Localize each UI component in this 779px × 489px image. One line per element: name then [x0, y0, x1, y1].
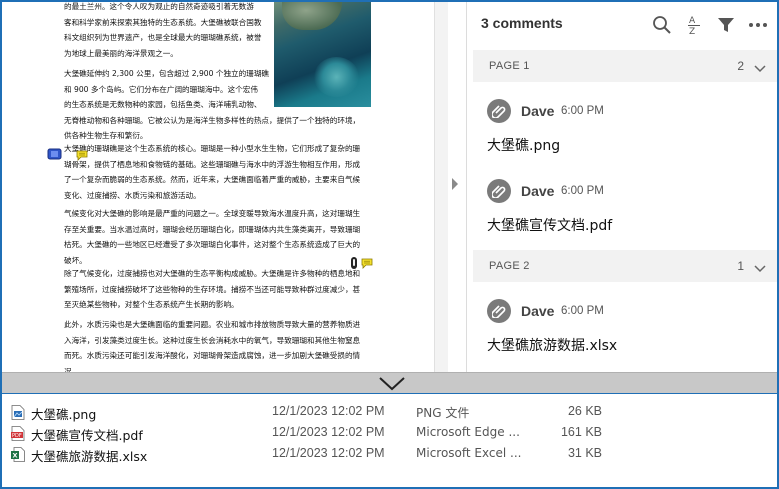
text-line: 瑚骨架，提供了栖息地和食物链的基础。这些珊瑚礁与海水中的浮游生物相互作用，形成	[64, 159, 361, 169]
comment-author: Dave	[521, 183, 555, 199]
text-line: 此外，水质污染也是大堡礁面临的重要问题。农业和城市排放物质导致大量的营养物质进	[64, 320, 361, 329]
text-line: 大堡礁的珊瑚礁是这个生态系统的核心。珊瑚是一种小型水生生物，它们形成了复杂的珊	[64, 144, 361, 153]
note-icon[interactable]	[76, 148, 88, 166]
image-attachment-icon[interactable]	[47, 147, 63, 166]
page-group-header[interactable]: PAGE 2 1	[473, 250, 777, 282]
text-line: 除了气候变化，过度捕捞也对大堡礁的生态平衡构成威胁。大堡礁是许多物种的栖息地和	[64, 269, 361, 278]
file-row[interactable]: 大堡礁.png 12/1/2023 12:02 PM PNG 文件 26 KB	[2, 402, 777, 423]
text-line: 枯死。大堡礁的一些地区已经遭受了多次珊瑚白化事件，这对整个生态系统造成了巨大的	[64, 240, 361, 249]
search-icon[interactable]	[651, 14, 673, 36]
reef-photo	[274, 2, 371, 107]
avatar	[487, 299, 511, 323]
text-line: 而死。水质污染还可能引发海洋酸化，对珊瑚骨架造成腐蚀，进一步加剧大堡礁受损的情	[64, 351, 361, 360]
comment-card[interactable]: Dave 6:00 PM 大堡礁.png	[487, 99, 767, 169]
comment-text: 大堡礁旅游数据.xlsx	[487, 338, 618, 354]
comment-time: 6:00 PM	[561, 305, 604, 317]
text-line: 变化、过度捕捞、水质污染和旅游活动。	[64, 190, 201, 200]
file-date: 12/1/2023 12:02 PM	[272, 425, 385, 439]
image-file-icon	[11, 405, 25, 420]
comment-time: 6:00 PM	[561, 185, 604, 197]
file-row[interactable]: X 大堡礁旅游数据.xlsx 12/1/2023 12:02 PM Micros…	[2, 444, 777, 465]
file-name: 大堡礁.png	[31, 407, 97, 422]
comment-card[interactable]: Dave 6:00 PM 大堡礁宣传文档.pdf	[487, 179, 767, 249]
reef-shape	[314, 57, 359, 97]
document-pane[interactable]: 的最土兰州。这个令人叹为观止的自然奇迹吸引着无数游 客和科学家前来探索其独特的生…	[2, 2, 448, 372]
text-line: 的最土兰州。这个令人叹为观止的自然奇迹吸引着无数游	[64, 2, 254, 11]
paragraph: 大堡礁的珊瑚礁是这个生态系统的核心。珊瑚是一种小型水生生物，它们形成了复杂的珊 …	[64, 141, 360, 203]
comment-author: Dave	[521, 303, 555, 319]
comments-title: 3 comments	[481, 15, 563, 31]
filter-icon[interactable]	[715, 14, 737, 36]
collapse-panel-icon[interactable]	[452, 178, 458, 190]
text-line: 气候变化对大堡礁的影响是最严重的问题之一。全球变暖导致海水温度升高，这对珊瑚生	[64, 209, 361, 218]
island-shape	[282, 2, 342, 30]
file-type: PNG 文件	[416, 406, 470, 420]
page-label: PAGE 2	[489, 260, 530, 272]
text-line: 至灭绝某些物种，对整个生态系统产生长期的影响。	[64, 300, 239, 309]
text-line: 入海洋，引发藻类过度生长。这种过度生长会消耗水中的氧气，导致珊瑚和其他生物窒息	[64, 335, 361, 345]
paragraph: 此外，水质污染也是大堡礁面临的重要问题。农业和城市排放物质导致大量的营养物质进 …	[64, 317, 360, 372]
sort-az-icon[interactable]: A Z	[683, 14, 705, 36]
note-icon[interactable]	[361, 256, 373, 274]
file-type: Microsoft Edge ...	[416, 425, 520, 439]
comment-count: 2	[737, 59, 744, 73]
chevron-down-icon[interactable]	[754, 60, 766, 78]
comment-text: 大堡礁.png	[487, 138, 561, 154]
pane-splitter[interactable]	[2, 372, 777, 394]
page-label: PAGE 1	[489, 60, 530, 72]
chevron-down-icon[interactable]	[754, 260, 766, 278]
avatar	[487, 179, 511, 203]
svg-text:X: X	[13, 452, 18, 460]
file-size: 26 KB	[567, 404, 602, 418]
file-date: 12/1/2023 12:02 PM	[272, 446, 385, 460]
text-line: 科文组织列为世界遗产，也是全球最大的珊瑚礁系统，被誉	[64, 33, 262, 42]
comment-time: 6:00 PM	[561, 105, 604, 117]
text-line: 客和科学家前来探索其独特的生态系统。大堡礁被联合国教	[64, 17, 262, 27]
comment-author: Dave	[521, 103, 555, 119]
attachment-icon	[492, 105, 506, 118]
pdf-file-icon: PDF	[11, 426, 25, 441]
text-line: 存至关重要。当水温过高时，珊瑚会经历珊瑚白化，即珊瑚体内共生藻类离开，导致珊瑚	[64, 224, 361, 234]
comment-count: 1	[737, 259, 744, 273]
attachment-icon	[492, 185, 506, 198]
svg-text:PDF: PDF	[12, 433, 22, 439]
attachment-icon	[492, 305, 506, 318]
file-size: 161 KB	[560, 425, 602, 439]
comment-text: 大堡礁宣传文档.pdf	[487, 218, 613, 234]
paragraph: 除了气候变化，过度捕捞也对大堡礁的生态平衡构成威胁。大堡礁是许多物种的栖息地和 …	[64, 266, 360, 313]
comments-header: 3 comments A Z	[467, 2, 777, 46]
paperclip-icon[interactable]	[350, 256, 358, 275]
file-list: 大堡礁.png 12/1/2023 12:02 PM PNG 文件 26 KB …	[2, 394, 777, 487]
comment-card[interactable]: Dave 6:00 PM 大堡礁旅游数据.xlsx	[487, 299, 767, 369]
file-size: 31 KB	[567, 446, 602, 460]
document-page: 的最土兰州。这个令人叹为观止的自然奇迹吸引着无数游 客和科学家前来探索其独特的生…	[2, 2, 434, 372]
text-line: 为地球上最美丽的海洋景观之一。	[64, 48, 178, 58]
svg-text:A: A	[689, 16, 696, 26]
page-group-header[interactable]: PAGE 1 2	[473, 50, 777, 82]
file-name: 大堡礁旅游数据.xlsx	[31, 449, 148, 464]
comments-pane: 3 comments A Z PAGE 1 2 Dave 6:00 PM 大堡礁…	[466, 2, 777, 372]
file-date: 12/1/2023 12:02 PM	[272, 404, 385, 418]
file-row[interactable]: PDF 大堡礁宣传文档.pdf 12/1/2023 12:02 PM Micro…	[2, 423, 777, 444]
more-icon[interactable]	[747, 14, 769, 36]
paragraph: 气候变化对大堡礁的影响是最严重的问题之一。全球变暖导致海水温度升高，这对珊瑚生 …	[64, 206, 360, 268]
document-scrollbar[interactable]	[434, 2, 448, 372]
svg-text:Z: Z	[689, 27, 695, 36]
avatar	[487, 99, 511, 123]
text-line: 无脊椎动物和各种珊瑚。它被公认为是海洋生物多样性的热点，提供了一个独特的环境，	[64, 115, 361, 125]
text-line: 繁殖场所，过度捕捞破坏了这些物种的生存环境。捕捞不当还可能导致种群过度减少，甚	[64, 284, 361, 294]
paragraph: 的最土兰州。这个令人叹为观止的自然奇迹吸引着无数游 客和科学家前来探索其独特的生…	[64, 2, 261, 61]
text-line: 况。	[64, 366, 80, 373]
excel-file-icon: X	[11, 447, 25, 462]
file-name: 大堡礁宣传文档.pdf	[31, 428, 143, 443]
file-type: Microsoft Excel ...	[416, 446, 522, 460]
text-line: 了一个复杂而脆弱的生态系统。然而，近年来，大堡礁面临着严重的威胁，主要来自气候	[64, 175, 361, 184]
